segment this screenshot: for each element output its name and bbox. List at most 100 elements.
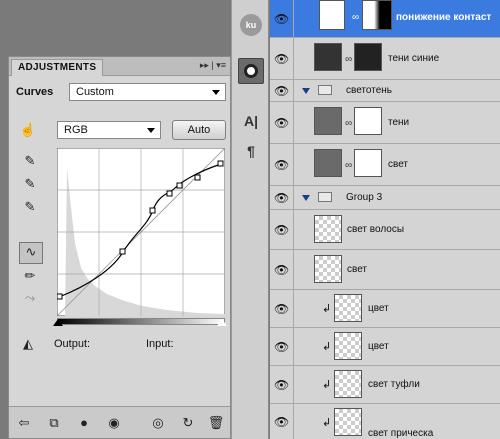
black-point-eyedropper-icon[interactable]: ✎ (21, 152, 39, 170)
layer-mask-thumbnail[interactable] (362, 0, 392, 30)
layer-row[interactable]: 👁 ↲ свет прическа (270, 404, 500, 439)
auto-button[interactable]: Auto (172, 120, 226, 140)
link-icon: ∞ (345, 54, 353, 65)
visibility-toggle[interactable]: 👁 (270, 186, 294, 209)
layer-mask-thumbnail[interactable] (354, 43, 382, 71)
layer-thumbnail (314, 149, 342, 177)
layer-name: свет туфли (368, 379, 420, 390)
black-slider-handle[interactable] (53, 319, 63, 326)
layer-row[interactable]: 👁 ∞ тени синие (270, 38, 500, 80)
eye-icon: 👁 (274, 83, 290, 98)
visibility-toggle[interactable]: 👁 (270, 102, 294, 143)
layer-row[interactable]: 👁 ∞ свет (270, 144, 500, 186)
layer-thumbnail (334, 370, 362, 398)
eye-icon: 👁 (274, 11, 290, 26)
layer-row[interactable]: 👁 ↲ цвет (270, 328, 500, 366)
layer-thumbnail (334, 294, 362, 322)
layer-row[interactable]: 👁 ↲ цвет (270, 290, 500, 328)
group-row[interactable]: 👁 Group 3 (270, 186, 500, 210)
curve-point (149, 207, 156, 214)
on-image-adjust-hand-icon[interactable]: ☝ (19, 121, 37, 139)
smooth-curve-icon[interactable]: ⤳ (21, 289, 39, 307)
eye-icon: 👁 (274, 51, 290, 66)
layer-row[interactable]: 👁 ∞ тени (270, 102, 500, 144)
layer-thumbnail (314, 215, 342, 243)
layer-row[interactable]: 👁 свет волосы (270, 210, 500, 250)
layer-name: тени (388, 117, 410, 128)
trash-icon[interactable]: 🗑 (207, 415, 225, 431)
kuler-button[interactable]: ku (238, 12, 264, 38)
expand-triangle-icon[interactable] (302, 88, 310, 94)
visibility-toggle[interactable]: 👁 (270, 210, 294, 249)
expanded-view-icon[interactable]: ⧉ (45, 415, 63, 431)
visibility-toggle[interactable]: 👁 (270, 290, 294, 327)
layer-name: цвет (368, 303, 389, 314)
visibility-toggle[interactable]: 👁 (270, 38, 294, 79)
clipping-arrow-icon: ↲ (322, 379, 332, 391)
layer-name: свет волосы (347, 224, 405, 235)
curve-point-tool-icon[interactable]: ∿ (19, 242, 43, 264)
curves-adjustment-thumbnail (319, 0, 345, 30)
white-slider-handle[interactable] (217, 319, 227, 326)
clip-to-layer-icon[interactable]: ● (75, 415, 93, 430)
white-point-eyedropper-icon[interactable]: ✎ (21, 198, 39, 216)
group-row[interactable]: 👁 светотень (270, 80, 500, 102)
eye-icon: 👁 (274, 301, 290, 316)
panel-dock: ku A| ¶ (231, 0, 269, 439)
curves-graph[interactable] (57, 148, 225, 316)
layer-row[interactable]: 👁 свет (270, 250, 500, 290)
clipping-arrow-icon: ↲ (322, 417, 332, 429)
visibility-toggle[interactable]: 👁 (270, 366, 294, 403)
image-thumbnail (314, 43, 342, 71)
layer-thumbnail (314, 255, 342, 283)
adjustments-dock-button[interactable] (238, 58, 264, 84)
layer-name: тени синие (388, 53, 440, 64)
return-to-list-icon[interactable]: ⇦ (15, 415, 33, 431)
visibility-toggle[interactable]: 👁 (270, 250, 294, 289)
gray-point-eyedropper-icon[interactable]: ✎ (21, 175, 39, 193)
layer-name: свет (388, 159, 409, 170)
layer-row[interactable]: 👁 ∞ понижение контаст (270, 0, 500, 38)
input-label: Input: (146, 338, 174, 350)
chevron-down-icon (147, 128, 155, 133)
channel-select[interactable]: RGB (57, 121, 161, 139)
visibility-toggle[interactable]: 👁 (270, 0, 294, 37)
layer-mask-thumbnail[interactable] (354, 107, 382, 135)
reset-icon[interactable]: ↻ (179, 415, 197, 431)
layer-name: свет прическа (368, 428, 434, 439)
visibility-toggle[interactable]: 👁 (270, 404, 294, 439)
curve-point (166, 190, 173, 197)
layer-name: цвет (368, 341, 389, 352)
curve-point (57, 293, 63, 300)
layer-name: свет (347, 264, 368, 275)
folder-icon (318, 85, 332, 95)
pencil-draw-icon[interactable]: ✏ (21, 267, 39, 285)
eye-icon: 👁 (274, 190, 290, 205)
panel-menu-icon[interactable]: ▸▸ | ▾≡ (200, 60, 226, 71)
adjustments-tab[interactable]: ADJUSTMENTS (11, 59, 103, 76)
layer-row[interactable]: 👁 ↲ свет туфли (270, 366, 500, 404)
clipping-arrow-icon: ↲ (322, 341, 332, 353)
adjustments-header: ADJUSTMENTS ▸▸ | ▾≡ (9, 57, 230, 76)
visibility-toggle[interactable]: 👁 (270, 80, 294, 101)
visibility-toggle[interactable]: 👁 (270, 328, 294, 365)
eye-icon: 👁 (274, 414, 290, 429)
view-previous-state-icon[interactable]: ◎ (149, 415, 167, 431)
kuler-icon: ku (240, 14, 262, 36)
layers-panel: 👁 ∞ понижение контаст 👁 ∞ тени синие 👁 с… (270, 0, 500, 439)
character-icon[interactable]: A| (238, 108, 264, 134)
histogram-warning-icon[interactable]: ◭ (19, 335, 37, 353)
preset-select[interactable]: Custom (69, 83, 226, 101)
visibility-toggle[interactable]: 👁 (270, 144, 294, 185)
folder-icon (318, 192, 332, 202)
layer-thumbnail (334, 332, 362, 360)
paragraph-icon[interactable]: ¶ (238, 138, 264, 164)
layer-mask-thumbnail[interactable] (354, 149, 382, 177)
eye-icon: 👁 (274, 222, 290, 237)
visibility-eye-icon[interactable]: ◉ (105, 415, 123, 431)
clipping-arrow-icon: ↲ (322, 303, 332, 315)
link-icon: ∞ (352, 12, 360, 23)
expand-triangle-icon[interactable] (302, 195, 310, 201)
channel-value: RGB (64, 124, 88, 136)
link-icon: ∞ (345, 160, 353, 171)
